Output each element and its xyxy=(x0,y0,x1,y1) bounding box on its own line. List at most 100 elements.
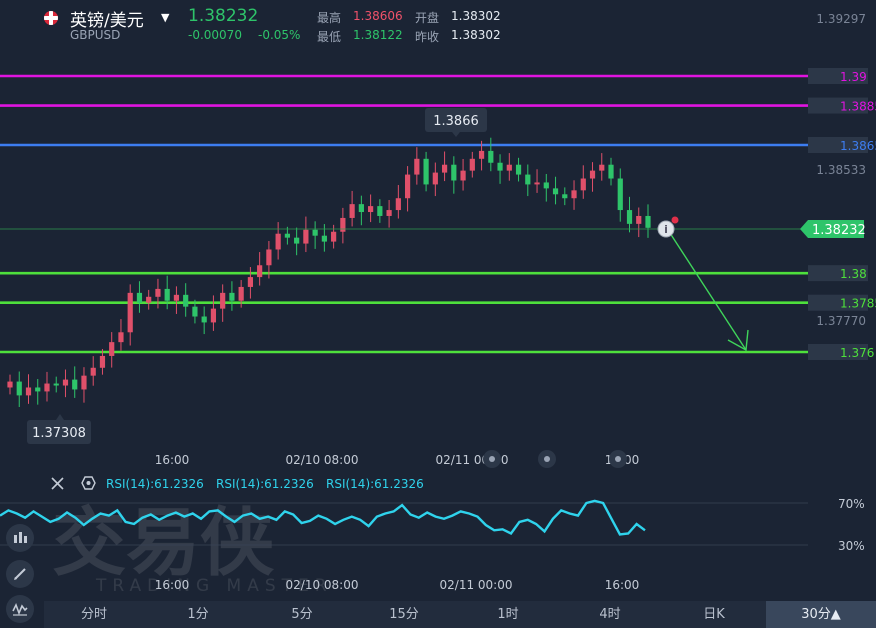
level-label-2: 1.3865 xyxy=(840,139,876,153)
candle-body xyxy=(552,188,559,195)
candle-body xyxy=(173,294,180,301)
candle-body xyxy=(478,150,485,159)
candle-body xyxy=(229,292,235,301)
candle-body xyxy=(266,249,272,266)
candle-body xyxy=(44,383,50,392)
candle-body xyxy=(599,164,605,171)
candle-body xyxy=(294,237,300,244)
candle-body xyxy=(626,210,633,224)
candle-body xyxy=(220,292,226,309)
candlestick-icon[interactable] xyxy=(6,524,34,552)
close-icon[interactable] xyxy=(51,477,64,490)
svg-text:16:00: 16:00 xyxy=(605,578,640,592)
candle-body xyxy=(99,355,106,368)
projection-arrow[interactable] xyxy=(667,229,749,352)
level-label-5: 1.376 xyxy=(840,346,874,360)
tab-fenshi[interactable]: 分时 xyxy=(44,601,144,628)
low-marker: 1.37308 xyxy=(27,414,91,444)
candle-body xyxy=(340,217,346,232)
candle-body xyxy=(16,381,22,396)
candle-body xyxy=(53,383,59,386)
price-axis-mid-high: 1.38533 xyxy=(816,163,866,177)
candle-body xyxy=(377,206,383,216)
candle-body xyxy=(238,286,244,301)
candle-body xyxy=(534,182,540,185)
candle-body xyxy=(349,204,355,218)
candle-body xyxy=(617,178,623,211)
candle-body xyxy=(201,316,207,323)
candle-body xyxy=(525,174,531,185)
candle-body xyxy=(580,178,586,191)
candle-body xyxy=(460,170,466,181)
svg-text:02/10 08:00: 02/10 08:00 xyxy=(286,578,359,592)
candle-body xyxy=(423,158,429,185)
svg-text:1.38232: 1.38232 xyxy=(812,223,866,238)
candle-body xyxy=(386,210,392,216)
candle-body xyxy=(404,174,411,199)
level-label-3: 1.38 xyxy=(840,267,867,281)
candle-body xyxy=(562,194,568,199)
candle-body xyxy=(257,265,263,278)
tab-daily[interactable]: 日K xyxy=(664,601,764,628)
candle-body xyxy=(25,387,32,396)
candle-body xyxy=(543,182,549,189)
current-price-tag: 1.38232 xyxy=(800,220,866,238)
hexagon-settings-icon[interactable] xyxy=(81,476,96,490)
candle-body xyxy=(136,292,143,303)
tab-1min[interactable]: 1分 xyxy=(148,601,248,628)
candle-body xyxy=(589,170,596,179)
rsi-legend-2: RSI(14):61.2326 xyxy=(216,477,314,491)
level-label-0: 1.39 xyxy=(840,70,867,84)
tab-30min[interactable]: 30分▲ xyxy=(766,601,876,628)
candle-body xyxy=(368,206,374,213)
tab-1h[interactable]: 1时 xyxy=(458,601,558,628)
svg-text:1.37308: 1.37308 xyxy=(32,426,86,441)
candle-body xyxy=(506,164,512,171)
candle-body xyxy=(432,172,438,185)
candle-body xyxy=(247,277,254,287)
level-label-1: 1.3885 xyxy=(840,100,876,114)
candle-body xyxy=(183,294,189,307)
rsi-level-high: 70% xyxy=(838,497,865,511)
wave-icon[interactable] xyxy=(6,595,34,623)
candle-body xyxy=(35,387,41,392)
candle-body xyxy=(164,288,170,301)
candle-body xyxy=(358,204,364,213)
high-marker: 1.3866 xyxy=(425,108,487,137)
candle-body xyxy=(636,215,642,224)
candle-body xyxy=(303,229,309,244)
candle-body xyxy=(395,198,401,211)
candle-body xyxy=(155,288,161,297)
svg-text:1.3866: 1.3866 xyxy=(433,114,479,129)
candle-body xyxy=(312,229,318,236)
svg-text:16:00: 16:00 xyxy=(155,453,190,467)
tab-15min[interactable]: 15分 xyxy=(354,601,454,628)
candle-body xyxy=(72,379,78,390)
chart-screen: { "header": { "pair_name": "英镑/美元", "pai… xyxy=(0,0,876,628)
candle-body xyxy=(469,158,475,171)
candle-body xyxy=(451,164,457,181)
time-axis: 16:00 02/10 08:00 02/11 00:00 16:00 xyxy=(155,453,640,467)
candle-body xyxy=(321,235,327,242)
svg-text:i: i xyxy=(664,223,668,236)
candle-body xyxy=(146,296,152,303)
level-label-4: 1.3785 xyxy=(840,297,876,311)
timeframe-tabs: 分时 1分 5分 15分 1时 4时 日K 30分▲ xyxy=(44,601,876,628)
candle-body xyxy=(210,308,217,323)
tab-5min[interactable]: 5分 xyxy=(252,601,352,628)
rsi-legend-1: RSI(14):61.2326 xyxy=(106,477,204,491)
tab-4h[interactable]: 4时 xyxy=(560,601,660,628)
rsi-level-low: 30% xyxy=(838,539,865,553)
candle-body xyxy=(109,342,115,356)
candle-body xyxy=(90,367,96,376)
candle-body xyxy=(441,164,448,173)
price-chart[interactable]: 交易侠 TRADING MASTER 1.39297 1.38533 1.377… xyxy=(0,0,876,600)
svg-text:16:00: 16:00 xyxy=(155,578,190,592)
candle-body xyxy=(62,379,69,386)
price-axis-top: 1.39297 xyxy=(816,12,866,26)
candle-body xyxy=(515,164,522,175)
candle-body xyxy=(608,164,614,179)
pencil-icon[interactable] xyxy=(6,560,34,588)
info-icon[interactable]: i xyxy=(657,216,679,238)
candle-body xyxy=(192,306,198,317)
